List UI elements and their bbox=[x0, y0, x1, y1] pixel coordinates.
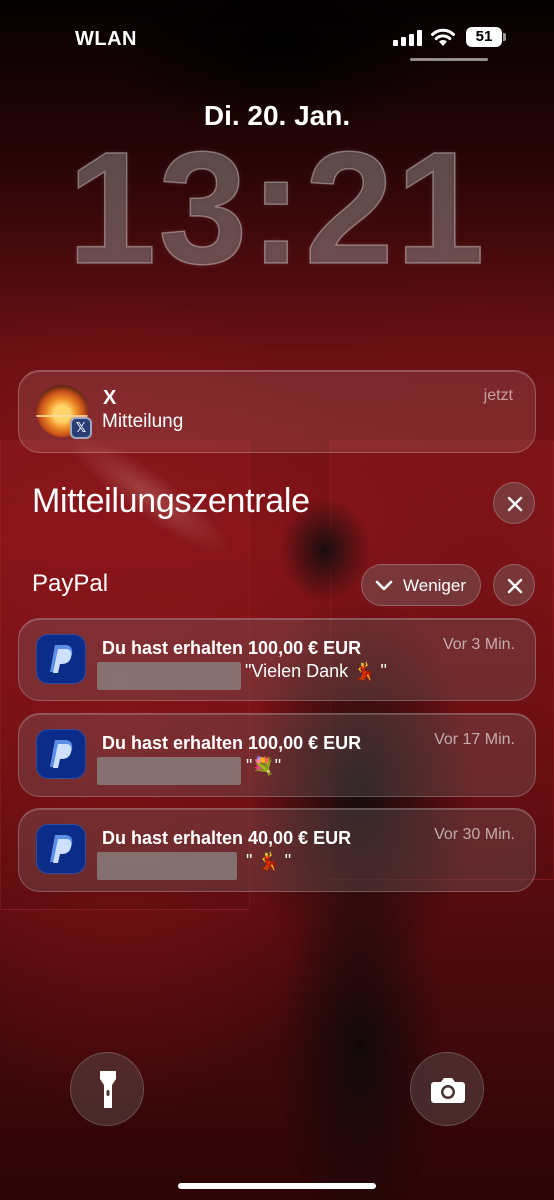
clear-notifications-button[interactable] bbox=[493, 482, 535, 524]
notification-title: Du hast erhalten 40,00 € EUR bbox=[102, 828, 352, 848]
home-indicator[interactable] bbox=[178, 1183, 376, 1189]
show-less-button[interactable]: Weniger bbox=[361, 564, 481, 606]
x-notification[interactable]: 𝕏 X Mitteilung jetzt bbox=[18, 370, 536, 453]
chevron-down-icon bbox=[375, 580, 393, 591]
paypal-icon bbox=[36, 634, 86, 684]
paypal-icon bbox=[36, 824, 86, 874]
battery-indicator: 51 bbox=[466, 27, 502, 47]
notification-time: Vor 30 Min. bbox=[434, 826, 515, 843]
carrier-label: WLAN bbox=[75, 28, 137, 50]
flashlight-button[interactable] bbox=[70, 1052, 144, 1126]
notification-message: "Vielen Dank 💃 " bbox=[245, 661, 387, 681]
paypal-group-title: PayPal bbox=[32, 570, 109, 597]
flashlight-icon bbox=[100, 1071, 116, 1108]
close-icon bbox=[507, 496, 523, 512]
show-less-label: Weniger bbox=[403, 576, 466, 595]
paypal-notification[interactable]: Du hast erhalten 100,00 € EUR Vor 3 Min.… bbox=[18, 618, 536, 701]
redacted-sender bbox=[97, 662, 241, 690]
clear-paypal-group-button[interactable] bbox=[493, 564, 535, 606]
wifi-icon bbox=[431, 28, 455, 46]
close-icon bbox=[507, 578, 523, 594]
redacted-sender bbox=[97, 757, 241, 785]
status-indicator-line bbox=[410, 58, 488, 61]
notification-body: Mitteilung bbox=[102, 411, 184, 432]
notification-time: Vor 3 Min. bbox=[442, 636, 515, 653]
notification-time: jetzt bbox=[483, 387, 513, 404]
status-bar: WLAN 51 bbox=[0, 0, 554, 70]
paypal-notification[interactable]: Du hast erhalten 100,00 € EUR Vor 17 Min… bbox=[18, 713, 536, 797]
redacted-sender bbox=[97, 852, 237, 880]
camera-icon bbox=[431, 1078, 465, 1103]
notification-app-name: X bbox=[103, 387, 117, 409]
x-app-icon: 𝕏 bbox=[70, 417, 92, 439]
paypal-notification[interactable]: Du hast erhalten 40,00 € EUR Vor 30 Min.… bbox=[18, 808, 536, 892]
notification-time: Vor 17 Min. bbox=[434, 731, 515, 748]
notification-title: Du hast erhalten 100,00 € EUR bbox=[102, 638, 362, 658]
paypal-icon bbox=[36, 729, 86, 779]
battery-cap bbox=[503, 33, 506, 41]
cellular-signal-icon bbox=[393, 30, 423, 46]
lock-screen-time: 13:21 bbox=[67, 118, 487, 297]
notification-title: Du hast erhalten 100,00 € EUR bbox=[102, 733, 362, 753]
notification-message: "💐" bbox=[246, 756, 282, 776]
camera-button[interactable] bbox=[410, 1052, 484, 1126]
notification-message: " 💃 " bbox=[246, 851, 292, 871]
notification-center-title: Mitteilungszentrale bbox=[32, 482, 310, 520]
